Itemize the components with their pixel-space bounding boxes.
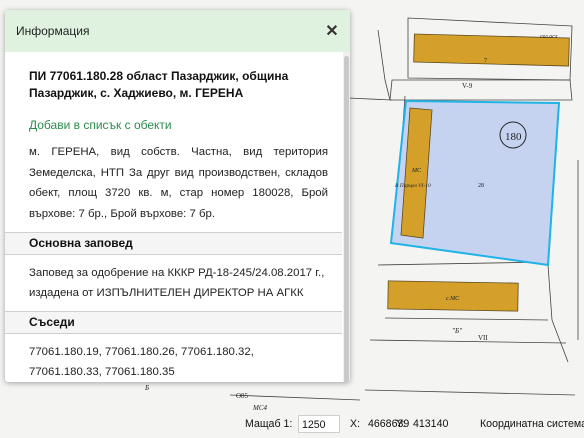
scrollbar-thumb[interactable] [344, 56, 349, 382]
map-label-6: Б [144, 384, 149, 392]
y-label: Y: [396, 418, 406, 430]
map-label-ms-lower: с.МС [446, 296, 460, 302]
map-label-selo: сел.осл [540, 34, 558, 40]
map-label-vpr: В Парцел VI-10 [395, 183, 431, 189]
scale-value[interactable]: 1250 [298, 415, 340, 433]
section-body-neighbors: 77061.180.19, 77061.180.26, 77061.180.32… [29, 346, 254, 378]
section-header-neighbors: Съседи [5, 311, 342, 334]
parcel-title: ПИ 77061.180.28 област Пазарджик, община… [29, 69, 289, 100]
map-label-180: 180 [505, 131, 522, 143]
map-label-vii: VII [478, 334, 488, 342]
scale-label: Мащаб 1: [245, 418, 293, 430]
info-panel-body: ПИ 77061.180.28 област Пазарджик, община… [5, 52, 342, 382]
close-icon[interactable]: ✕ [322, 21, 342, 41]
add-to-list-link[interactable]: Добави в списък с обекти [29, 118, 342, 132]
coord-system-label: Координатна система: [480, 418, 584, 430]
section-body-order: Заповед за одобрение на КККР РД-18-245/2… [29, 267, 325, 299]
info-panel-header: Информация ✕ [5, 10, 350, 52]
y-value: 413140 [413, 418, 449, 430]
panel-scrollbar[interactable] [343, 52, 350, 382]
map-label-ms-left: МС [411, 168, 422, 174]
map-label-085: О85 [236, 392, 249, 400]
status-bar: Мащаб 1: 1250 X: 4668639 Y: 413140 Коорд… [0, 412, 584, 438]
x-label: X: [350, 418, 361, 430]
map-label-ms4: МС4 [252, 404, 268, 412]
map-label-28: 28 [478, 183, 484, 189]
section-header-order: Основна заповед [5, 232, 342, 255]
info-panel: Информация ✕ ПИ 77061.180.28 област Паза… [5, 10, 350, 382]
map-label-b: "Б" [452, 327, 462, 335]
info-panel-title: Информация [16, 24, 90, 38]
map-label-7: 7 [484, 58, 487, 64]
map-label-v9: V-9 [462, 82, 473, 90]
parcel-description: м. ГЕРЕНА, вид собств. Частна, вид терит… [29, 146, 328, 220]
